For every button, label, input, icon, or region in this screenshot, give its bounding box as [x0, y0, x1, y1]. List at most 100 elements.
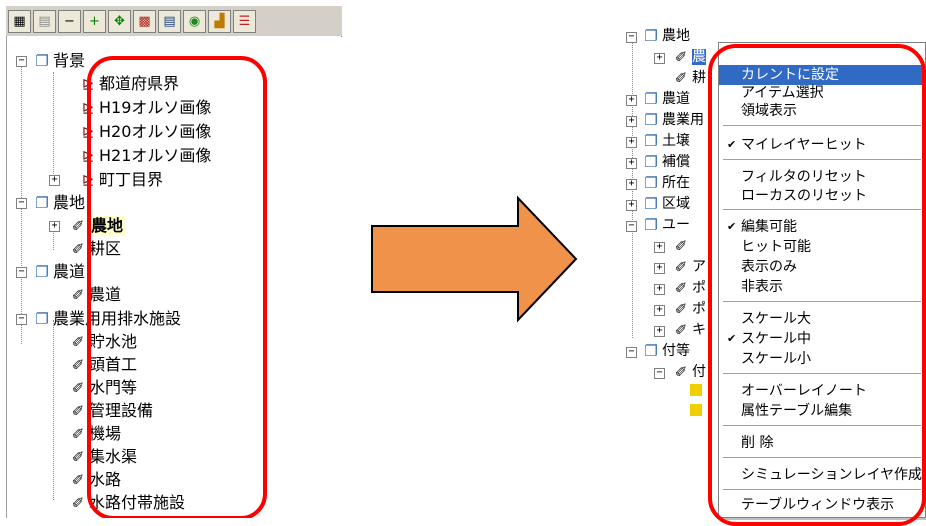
expand-icon[interactable]: + — [654, 53, 665, 64]
menu-item-scale-medium[interactable]: ✔ スケール中 — [719, 329, 925, 349]
menu-item-overlay-note[interactable]: オーバーレイノート — [719, 381, 925, 401]
menu-item-edit-attribute-table[interactable]: 属性テーブル編集 — [719, 401, 925, 421]
menu-separator — [723, 301, 921, 302]
plus-icon[interactable]: + — [83, 9, 106, 33]
tree-label: ユー — [662, 217, 690, 233]
menu-separator — [723, 209, 921, 210]
menu-item-select-item[interactable]: アイテム選択 — [719, 83, 925, 103]
map-globe-icon[interactable]: ◉ — [183, 9, 206, 33]
tree-layer-row[interactable]: ⊵ 都道府県界 — [77, 73, 179, 95]
expand-icon[interactable]: + — [654, 326, 665, 337]
tree-layer-row[interactable]: ⊵ H20オルソ画像 — [77, 121, 212, 143]
tree-layer-row[interactable]: ✐ 機場 — [67, 423, 121, 445]
folder-book-icon: ❐ — [644, 153, 658, 171]
menu-item-scale-small[interactable]: スケール小 — [719, 349, 925, 369]
tree-layer-row[interactable]: ✐ 頭首工 — [67, 354, 137, 376]
expand-icon[interactable]: + — [654, 305, 665, 316]
expand-icon[interactable]: + — [654, 263, 665, 274]
menu-item-reset-locus[interactable]: ローカスのリセット — [719, 186, 925, 206]
add-layer-icon[interactable]: ▦ — [8, 9, 31, 33]
folder-book-icon: ❐ — [644, 174, 658, 192]
tree-label: ポ — [692, 280, 706, 296]
tree-layer-row[interactable]: ✐ 貯水池 — [67, 331, 137, 353]
pen-layer-icon: ✐ — [71, 240, 85, 258]
expand-icon[interactable]: + — [654, 242, 665, 253]
collapse-icon[interactable]: − — [16, 314, 27, 325]
layer-toolbar: ▦ ▤ − + ✥ ▩ ▤ ◉ ▟ ☰ — [6, 6, 342, 37]
tree-label: 水路付帯施設 — [89, 493, 186, 512]
expand-icon[interactable]: + — [49, 175, 60, 186]
collapse-icon[interactable]: − — [626, 221, 637, 232]
expand-icon[interactable]: + — [626, 158, 637, 169]
tree-label: 耕区 — [89, 239, 122, 258]
expand-icon[interactable]: + — [626, 179, 637, 190]
image-layer-icon: ⊵ — [81, 75, 95, 93]
expand-icon[interactable]: + — [626, 137, 637, 148]
menu-item-display-only[interactable]: 表示のみ — [719, 257, 925, 277]
left-layer-panel: ▦ ▤ − + ✥ ▩ ▤ ◉ ▟ ☰ − ❐ 背景 ⊵ 都道府県界 ⊵ H19オルソ… — [2, 0, 342, 518]
expand-icon[interactable]: + — [626, 200, 637, 211]
folder-book-icon: ❐ — [644, 342, 658, 360]
menu-item-my-layer-hit[interactable]: ✔ マイレイヤーヒット — [719, 135, 925, 155]
menu-item-show-extent[interactable]: 領域表示 — [719, 101, 925, 121]
tree-layer-row[interactable]: ✐ 耕区 — [67, 238, 121, 260]
collapse-icon[interactable]: − — [16, 56, 27, 67]
menu-item-delete[interactable]: 削 除 — [719, 433, 925, 453]
tree-label: H21オルソ画像 — [99, 146, 212, 165]
menu-item-reset-filter[interactable]: フィルタのリセット — [719, 167, 925, 187]
tree-label: 水路 — [89, 470, 122, 489]
collapse-icon[interactable]: − — [654, 368, 665, 379]
tree-layer-row[interactable]: ✐ 水路 — [67, 469, 121, 491]
pen-layer-icon: ✐ — [71, 402, 85, 420]
collapse-icon[interactable]: − — [16, 198, 27, 209]
tree-layer-row[interactable]: ✐ 水路付帯施設 — [67, 492, 185, 514]
feature-swatch — [690, 384, 702, 396]
collapse-icon[interactable]: − — [16, 267, 27, 278]
tree-label: 土壌 — [662, 133, 690, 149]
chart-icon[interactable]: ▟ — [208, 9, 231, 33]
menu-item-label: 編集可能 — [741, 219, 797, 235]
menu-item-hidden[interactable]: 非表示 — [719, 277, 925, 297]
folder-book-icon: ❐ — [644, 195, 658, 213]
menu-item-editable[interactable]: ✔ 編集可能 — [719, 217, 925, 237]
tree-layer-row[interactable]: ✐ 農道 — [67, 284, 121, 306]
tree-layer-row[interactable]: ✐ 管理設備 — [67, 400, 153, 422]
collapse-icon[interactable]: − — [626, 347, 637, 358]
minus-icon[interactable]: − — [58, 9, 81, 33]
folder-book-icon: ❐ — [35, 263, 49, 281]
pen-layer-icon: ✐ — [674, 300, 688, 318]
tree-label: キ — [692, 322, 706, 338]
check-icon: ✔ — [727, 220, 737, 233]
collapse-icon[interactable]: − — [626, 32, 637, 43]
menu-item-hittable[interactable]: ヒット可能 — [719, 237, 925, 257]
table-icon[interactable]: ▤ — [158, 9, 181, 33]
layers-icon[interactable]: ☰ — [233, 9, 256, 33]
expand-icon[interactable]: + — [654, 284, 665, 295]
tree-layer-row[interactable]: ✐ 水門等 — [67, 377, 137, 399]
menu-item-scale-large[interactable]: スケール大 — [719, 309, 925, 329]
layer-copy-icon[interactable]: ▤ — [33, 9, 56, 33]
tree-label: ア — [692, 259, 706, 275]
tree-label: 農道 — [53, 262, 86, 281]
tree-layer-row[interactable]: ⊵ H19オルソ画像 — [77, 97, 212, 119]
tree-label: 区域 — [662, 196, 690, 212]
pen-layer-icon: ✐ — [71, 217, 85, 235]
expand-icon[interactable]: + — [49, 221, 60, 232]
image-layer-icon: ⊵ — [81, 171, 95, 189]
folder-book-icon: ❐ — [35, 194, 49, 212]
tree-label: 付 — [692, 364, 706, 380]
menu-item-set-current[interactable]: カレントに設定 — [719, 65, 925, 85]
expand-icon[interactable]: + — [626, 116, 637, 127]
expand-icon[interactable]: + — [626, 95, 637, 106]
menu-item-show-table-window[interactable]: テーブルウィンドウ表示 — [719, 495, 925, 515]
tree-layer-row[interactable]: ⊵ H21オルソ画像 — [77, 145, 212, 167]
move-icon[interactable]: ✥ — [108, 9, 131, 33]
tree-label: 農道 — [89, 285, 122, 304]
context-menu: カレントに設定 アイテム選択 領域表示 ✔ マイレイヤーヒット フィルタのリセット… — [718, 42, 926, 518]
menu-separator — [723, 125, 921, 126]
tree-layer-row[interactable]: ✐ 集水渠 — [67, 446, 137, 468]
grid-delete-icon[interactable]: ▩ — [133, 9, 156, 33]
folder-book-icon: ❐ — [644, 90, 658, 108]
menu-item-create-simulation-layer[interactable]: シミュレーションレイヤ作成 — [719, 465, 925, 485]
tree-layer-row[interactable]: ✐ 耕 — [670, 68, 706, 89]
